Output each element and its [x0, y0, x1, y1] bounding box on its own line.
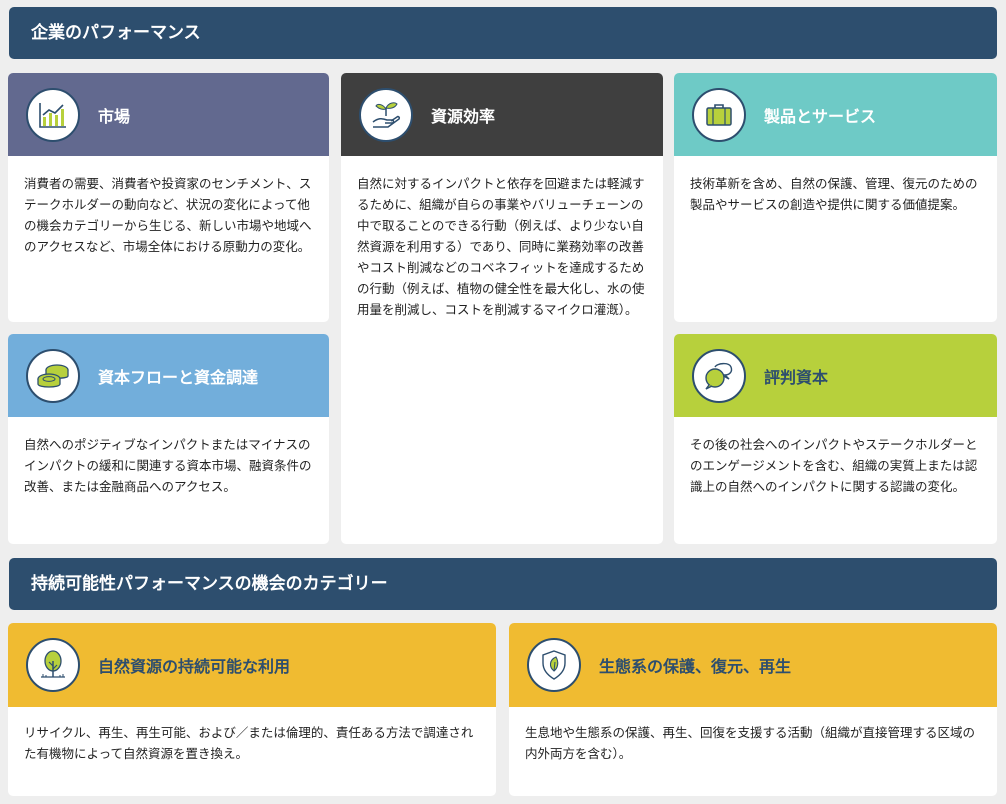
card-resource-description: 自然に対するインパクトと依存を回避または軽減するために、組織が自らの事業やバリュ…: [357, 176, 645, 317]
card-market-header: 市場: [8, 73, 329, 156]
card-sustainable-natural-resources: 自然資源の持続可能な利用 リサイクル、再生、再生可能、および／または倫理的、責任…: [8, 623, 496, 796]
card-reputation-title: 評判資本: [764, 367, 829, 387]
card-eco-title: 生態系の保護、復元、再生: [599, 657, 792, 676]
corporate-performance-title: 企業のパフォーマンス: [31, 23, 201, 43]
card-market-description: 消費者の需要、消費者や投資家のセンチメント、ステークホルダーの動向など、状況の変…: [24, 176, 312, 254]
bar-chart-icon: [26, 87, 80, 142]
card-reputational-capital: 評判資本 その後の社会へのインパクトやステークホルダーとのエンゲージメントを含む…: [674, 334, 997, 544]
card-natural-title: 自然資源の持続可能な利用: [98, 657, 291, 676]
card-reputation-description: その後の社会へのインパクトやステークホルダーとのエンゲージメントを含む、組織の実…: [690, 437, 978, 494]
card-products-services: 製品とサービス 技術革新を含め、自然の保護、管理、復元のための製品やサービスの創…: [674, 73, 997, 322]
sustainability-performance-banner: 持続可能性パフォーマンスの機会のカテゴリー: [9, 558, 997, 610]
card-capital-header: 資本フローと資金調達: [8, 334, 329, 417]
shield-leaf-icon: [527, 638, 581, 692]
card-resource-header: 資源効率: [341, 73, 663, 156]
card-capital-description: 自然へのポジティブなインパクトまたはマイナスのインパクトの緩和に関連する資本市場…: [24, 437, 312, 494]
card-product-header: 製品とサービス: [674, 73, 997, 156]
sustainability-performance-title: 持続可能性パフォーマンスの機会のカテゴリー: [31, 574, 388, 594]
card-market-title: 市場: [98, 106, 131, 126]
card-capital-title: 資本フローと資金調達: [98, 367, 259, 387]
card-resource-title: 資源効率: [431, 106, 496, 126]
card-ecosystem-protection: 生態系の保護、復元、再生 生息地や生態系の保護、再生、回復を支援する活動（組織が…: [509, 623, 997, 796]
card-natural-description: リサイクル、再生、再生可能、および／または倫理的、責任ある方法で調達された有機物…: [24, 725, 474, 761]
coins-icon: [26, 348, 80, 403]
card-capital-flow: 資本フローと資金調達 自然へのポジティブなインパクトまたはマイナスのインパクトの…: [8, 334, 329, 544]
corporate-performance-banner: 企業のパフォーマンス: [9, 7, 997, 59]
card-reputation-header: 評判資本: [674, 334, 997, 417]
card-eco-header: 生態系の保護、復元、再生: [509, 623, 997, 707]
speech-bubbles-icon: [692, 348, 746, 403]
card-eco-description: 生息地や生態系の保護、再生、回復を支援する活動（組織が直接管理する区域の内外両方…: [525, 725, 976, 761]
card-market: 市場 消費者の需要、消費者や投資家のセンチメント、ステークホルダーの動向など、状…: [8, 73, 329, 322]
card-product-description: 技術革新を含め、自然の保護、管理、復元のための製品やサービスの創造や提供に関する…: [690, 176, 978, 212]
card-product-title: 製品とサービス: [764, 106, 877, 126]
card-resource-efficiency: 資源効率 自然に対するインパクトと依存を回避または軽減するために、組織が自らの事…: [341, 73, 663, 544]
tree-icon: [26, 638, 80, 692]
hand-sprout-icon: [359, 87, 413, 142]
card-natural-header: 自然資源の持続可能な利用: [8, 623, 496, 707]
briefcase-icon: [692, 87, 746, 142]
